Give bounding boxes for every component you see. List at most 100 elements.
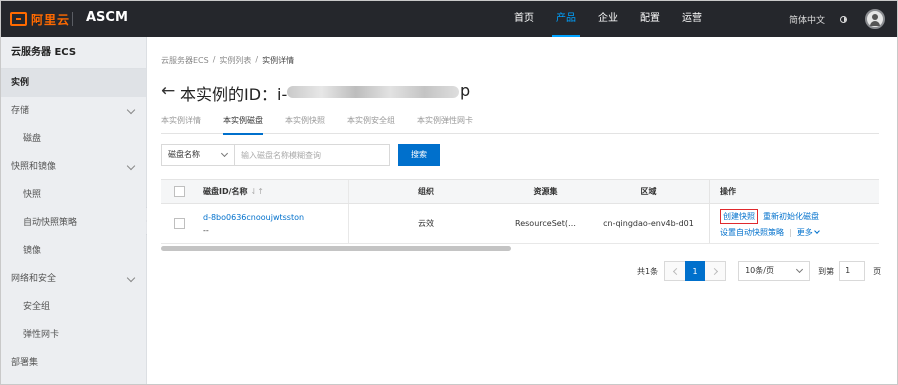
select-all-checkbox[interactable]: [173, 186, 185, 197]
top-bar: 阿里云 ASCM 首页 产品 企业 配置 运营 简体中文: [1, 1, 897, 37]
nav-config[interactable]: 配置: [629, 1, 671, 37]
main-content: 云服务器ECS / 实例列表 / 实例详情 ← 本实例的ID：i- p 本实例详…: [147, 37, 897, 384]
instance-id-suffix: p: [460, 81, 471, 100]
sidebar-item-instances[interactable]: 实例: [1, 69, 146, 97]
sidebar-item-storage[interactable]: 存储: [1, 97, 146, 125]
column-org: 组织: [418, 187, 434, 196]
nav-operations[interactable]: 运营: [671, 1, 713, 37]
prev-page-button[interactable]: [664, 261, 687, 281]
sidebar-item-label: 存储: [11, 106, 30, 116]
breadcrumb-ecs[interactable]: 云服务器ECS: [161, 55, 209, 66]
chevron-down-icon: [813, 228, 820, 234]
sidebar-item-network-security[interactable]: 网络和安全: [1, 265, 146, 293]
actions-cell: 创建快照 重新初始化磁盘 设置自动快照策略 | 更多: [709, 204, 879, 243]
table-horizontal-scrollbar[interactable]: [161, 246, 511, 251]
disk-id-wrap: d-8bo0636cnooujwtsston --: [203, 213, 304, 235]
row-checkbox-cell: [161, 204, 197, 243]
goto-page-input[interactable]: 1: [839, 261, 866, 281]
tab-instance-security-groups[interactable]: 本实例安全组: [347, 114, 406, 134]
actions-line-2: 设置自动快照策略 | 更多: [720, 227, 820, 238]
total-count: 共1条: [637, 266, 659, 276]
chevron-right-icon: [710, 267, 718, 275]
search-button[interactable]: 搜索: [398, 144, 440, 166]
page-size-select[interactable]: 10条/页: [738, 261, 811, 281]
page-size-value: 10条/页: [745, 266, 774, 275]
breadcrumb-separator: /: [212, 55, 216, 64]
sidebar-title: 云服务器 ECS: [1, 37, 146, 69]
sidebar-item-security-groups[interactable]: 安全组: [1, 293, 146, 321]
tab-instance-snapshots[interactable]: 本实例快照: [285, 114, 336, 134]
goto-label: 到第: [818, 266, 835, 276]
row-checkbox[interactable]: [173, 218, 185, 229]
table-row: d-8bo0636cnooujwtsston -- 云效 ResourceSet…: [161, 204, 879, 244]
chevron-down-icon: [126, 273, 136, 283]
back-arrow-icon[interactable]: ←: [161, 81, 175, 101]
table-header: 磁盘ID/名称 ⇃↑ 组织 资源集 区域 操作: [161, 180, 879, 204]
sidebar-item-label: 网络和安全: [11, 274, 57, 284]
app-frame: 阿里云 ASCM 首页 产品 企业 配置 运营 简体中文 云服务器 ECS 实例…: [0, 0, 898, 385]
page-number-current[interactable]: 1: [685, 261, 706, 281]
breadcrumb-instance-detail: 实例详情: [262, 56, 295, 65]
chevron-down-icon: [796, 265, 804, 274]
region-cell: cn-qingdao-env4b-d01: [603, 219, 694, 228]
column-region: 区域: [640, 187, 657, 196]
chevron-down-icon: [220, 149, 229, 158]
disk-name: --: [203, 225, 209, 235]
header-checkbox-cell: [161, 180, 197, 203]
chevron-down-icon: [126, 105, 136, 115]
filter-bar: 磁盘名称 搜索: [161, 144, 440, 166]
aliyun-logo[interactable]: 阿里云: [10, 11, 70, 27]
user-avatar-icon[interactable]: [865, 9, 885, 29]
sidebar-item-disks[interactable]: 磁盘: [1, 125, 146, 153]
theme-toggle-icon[interactable]: [840, 16, 847, 23]
tab-instance-details[interactable]: 本实例详情: [161, 114, 212, 134]
more-actions-link[interactable]: 更多: [796, 227, 820, 238]
chevron-left-icon: [672, 267, 680, 275]
more-actions-label: 更多: [796, 228, 813, 237]
nav-products[interactable]: 产品: [545, 1, 587, 37]
tab-instance-enis[interactable]: 本实例弹性网卡: [417, 114, 484, 134]
tab-instance-disks[interactable]: 本实例磁盘: [223, 114, 274, 135]
sidebar-item-snapshots-images[interactable]: 快照和镜像: [1, 153, 146, 181]
org-cell: 云效: [418, 219, 434, 228]
disk-name-search-input[interactable]: [234, 144, 390, 166]
sidebar-item-deployment-sets[interactable]: 部署集: [1, 349, 146, 377]
instance-id-prefix: i-: [277, 85, 288, 104]
column-disk-id: 磁盘ID/名称 ⇃↑: [197, 180, 349, 203]
page-title-text: 本实例的ID：: [180, 85, 278, 104]
reinit-disk-link[interactable]: 重新初始化磁盘: [763, 211, 819, 222]
sidebar: 云服务器 ECS 实例 存储 磁盘 快照和镜像 快照 自动快照策略 镜像 网络和…: [1, 37, 147, 384]
filter-field-label: 磁盘名称: [168, 150, 200, 159]
nav-enterprise[interactable]: 企业: [587, 1, 629, 37]
sidebar-item-auto-snapshot-policy[interactable]: 自动快照策略: [1, 209, 146, 237]
top-nav: 首页 产品 企业 配置 运营: [503, 1, 713, 37]
column-resource-set: 资源集: [533, 187, 558, 196]
disk-id-cell: d-8bo0636cnooujwtsston --: [197, 204, 349, 243]
column-disk-id-label: 磁盘ID/名称: [203, 187, 248, 196]
pagination: 共1条 1 10条/页 到第 1 页: [637, 261, 881, 281]
language-switch[interactable]: 简体中文: [789, 13, 825, 26]
sidebar-item-images[interactable]: 镜像: [1, 237, 146, 265]
redacted-instance-id: [287, 86, 459, 98]
create-snapshot-link[interactable]: 创建快照: [720, 209, 758, 224]
column-actions: 操作: [709, 180, 879, 203]
topbar-divider: [72, 12, 73, 26]
detail-tabs: 本实例详情 本实例磁盘 本实例快照 本实例安全组 本实例弹性网卡: [161, 114, 879, 135]
chevron-down-icon: [126, 161, 136, 171]
sidebar-item-snapshots[interactable]: 快照: [1, 181, 146, 209]
logo-text: 阿里云: [31, 12, 71, 27]
actions-line-1: 创建快照 重新初始化磁盘: [720, 209, 819, 224]
aliyun-logo-icon: [10, 12, 27, 26]
app-name: ASCM: [86, 10, 128, 25]
resource-set-cell: ResourceSet(…: [515, 219, 576, 228]
breadcrumb-instance-list[interactable]: 实例列表: [219, 55, 251, 66]
set-auto-snapshot-link[interactable]: 设置自动快照策略: [720, 227, 784, 238]
actions-wrap: 创建快照 重新初始化磁盘 设置自动快照策略 | 更多: [720, 209, 820, 238]
sidebar-item-enis[interactable]: 弹性网卡: [1, 321, 146, 349]
disk-id-link[interactable]: d-8bo0636cnooujwtsston: [203, 213, 304, 222]
nav-home[interactable]: 首页: [503, 1, 545, 37]
filter-field-select[interactable]: 磁盘名称: [161, 144, 234, 166]
next-page-button[interactable]: [704, 261, 727, 281]
sort-icon[interactable]: ⇃↑: [251, 187, 264, 196]
action-separator: |: [789, 228, 792, 237]
